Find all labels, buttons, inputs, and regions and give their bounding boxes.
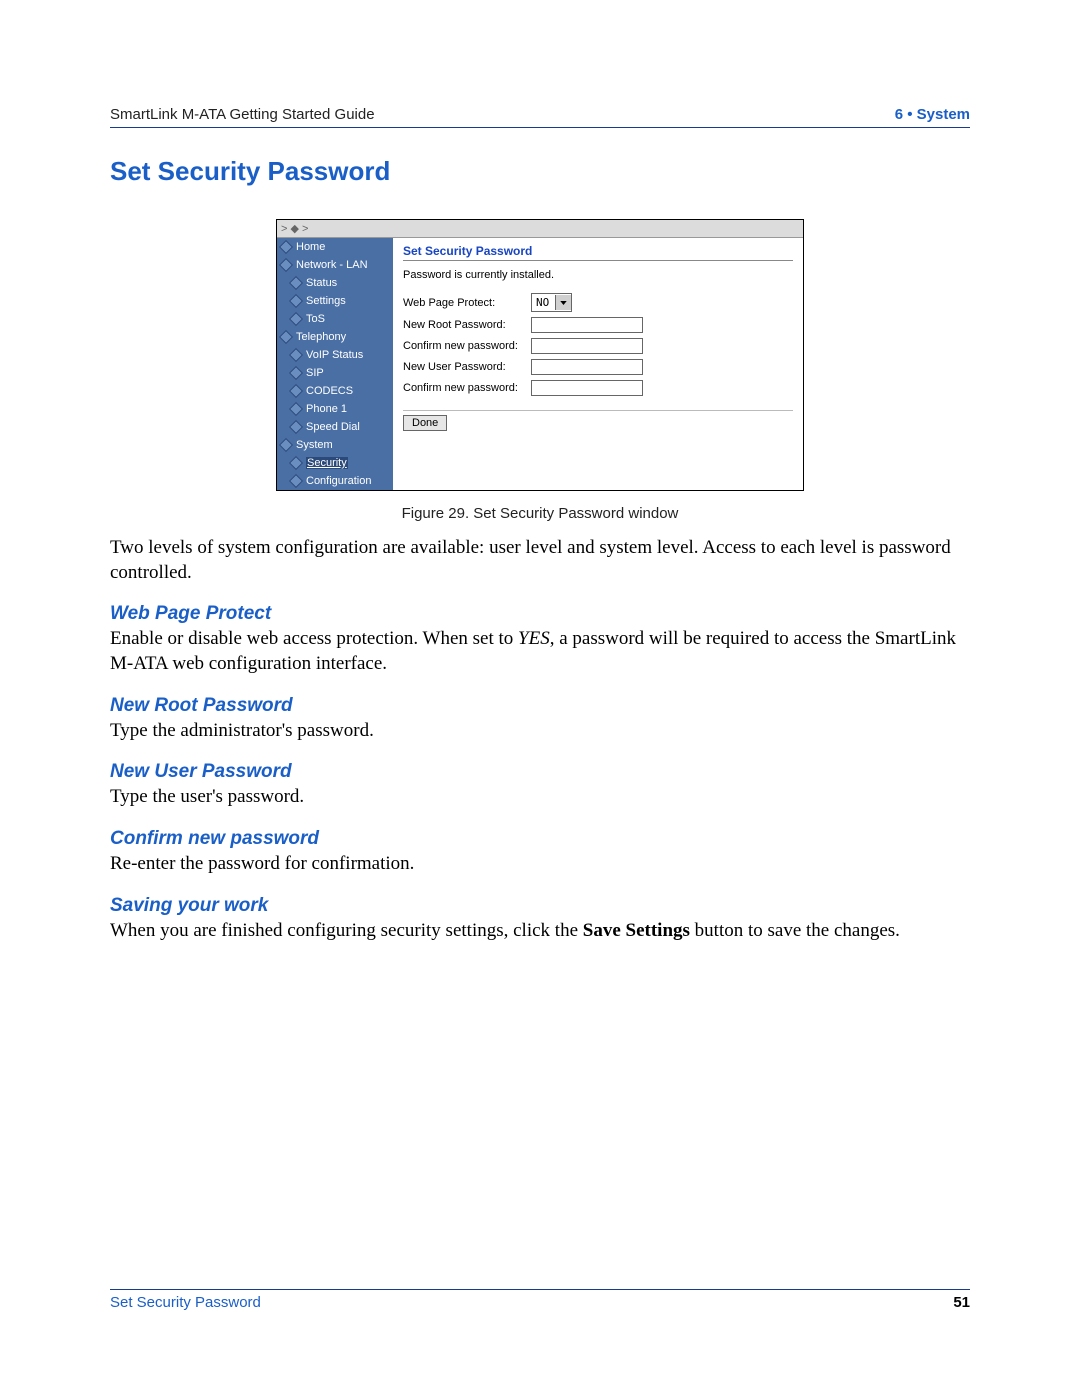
content-area: Set Security Password > ◆ > Home Network… (110, 156, 970, 962)
diamond-icon (289, 456, 303, 470)
heading-new-user-password: New User Password (110, 761, 970, 783)
chevron-down-icon (555, 295, 571, 310)
input-new-user-password[interactable] (531, 359, 643, 375)
select-web-page-protect[interactable]: NO (531, 293, 572, 312)
header-chapter: 6 • System (895, 106, 970, 123)
page-header: SmartLink M-ATA Getting Started Guide 6 … (110, 106, 970, 128)
breadcrumb-arrows: > ◆ > (281, 223, 308, 235)
sidebar-item-network[interactable]: Network - LAN (277, 256, 393, 274)
figure-caption: Figure 29. Set Security Password window (110, 505, 970, 522)
done-button[interactable]: Done (403, 415, 447, 431)
diamond-icon (279, 438, 293, 452)
diamond-icon (289, 420, 303, 434)
diamond-icon (289, 294, 303, 308)
section-title: Set Security Password (110, 156, 970, 187)
row-confirm-root-password: Confirm new password: (403, 338, 793, 354)
sidebar-item-system[interactable]: System (277, 436, 393, 454)
text-web-page-protect: Enable or disable web access protection.… (110, 627, 970, 676)
sidebar-item-telephony[interactable]: Telephony (277, 328, 393, 346)
label-confirm-user-password: Confirm new password: (403, 382, 531, 394)
select-value: NO (532, 296, 555, 309)
diamond-icon (279, 258, 293, 272)
sidebar-item-security[interactable]: Security (277, 454, 393, 472)
sidebar-item-speed-dial[interactable]: Speed Dial (277, 418, 393, 436)
sidebar-item-codecs[interactable]: CODECS (277, 382, 393, 400)
text-new-user-password: Type the user's password. (110, 785, 970, 810)
done-row: Done (403, 410, 793, 431)
input-confirm-user-password[interactable] (531, 380, 643, 396)
text-saving-your-work: When you are finished configuring securi… (110, 919, 970, 944)
row-web-page-protect: Web Page Protect: NO (403, 293, 793, 312)
footer-page-number: 51 (953, 1294, 970, 1311)
window-body: Home Network - LAN Status Settings ToS T… (277, 238, 803, 490)
label-web-page-protect: Web Page Protect: (403, 297, 531, 309)
diamond-icon (289, 474, 303, 488)
figure-screenshot: > ◆ > Home Network - LAN Status Settings… (110, 219, 970, 491)
footer-section-name: Set Security Password (110, 1294, 261, 1311)
page-footer: Set Security Password 51 (110, 1289, 970, 1311)
label-new-root-password: New Root Password: (403, 319, 531, 331)
panel-title: Set Security Password (403, 244, 793, 258)
sidebar-item-status[interactable]: Status (277, 274, 393, 292)
label-confirm-root-password: Confirm new password: (403, 340, 531, 352)
row-new-user-password: New User Password: (403, 359, 793, 375)
diamond-icon (289, 348, 303, 362)
input-confirm-root-password[interactable] (531, 338, 643, 354)
row-new-root-password: New Root Password: (403, 317, 793, 333)
diamond-icon (289, 276, 303, 290)
sidebar-item-sip[interactable]: SIP (277, 364, 393, 382)
sidebar-item-settings[interactable]: Settings (277, 292, 393, 310)
heading-confirm-new-password: Confirm new password (110, 828, 970, 850)
diamond-icon (279, 330, 293, 344)
sidebar-item-tos[interactable]: ToS (277, 310, 393, 328)
diamond-icon (289, 384, 303, 398)
sidebar-item-phone1[interactable]: Phone 1 (277, 400, 393, 418)
settings-panel: Set Security Password Password is curren… (393, 238, 803, 490)
sidebar-item-voip-status[interactable]: VoIP Status (277, 346, 393, 364)
heading-saving-your-work: Saving your work (110, 895, 970, 917)
window-breadcrumb: > ◆ > (277, 220, 803, 238)
embedded-window: > ◆ > Home Network - LAN Status Settings… (276, 219, 804, 491)
text-new-root-password: Type the administrator's password. (110, 719, 970, 744)
sidebar-item-home[interactable]: Home (277, 238, 393, 256)
label-new-user-password: New User Password: (403, 361, 531, 373)
diamond-icon (289, 402, 303, 416)
intro-paragraph: Two levels of system configuration are a… (110, 536, 970, 585)
diamond-icon (289, 312, 303, 326)
input-new-root-password[interactable] (531, 317, 643, 333)
text-confirm-new-password: Re-enter the password for confirmation. (110, 852, 970, 877)
document-page: SmartLink M-ATA Getting Started Guide 6 … (0, 0, 1080, 1397)
sidebar-item-configuration[interactable]: Configuration (277, 472, 393, 490)
header-doc-title: SmartLink M-ATA Getting Started Guide (110, 106, 375, 123)
diamond-icon (289, 366, 303, 380)
heading-new-root-password: New Root Password (110, 695, 970, 717)
heading-web-page-protect: Web Page Protect (110, 603, 970, 625)
password-status-text: Password is currently installed. (403, 269, 793, 281)
row-confirm-user-password: Confirm new password: (403, 380, 793, 396)
panel-divider (403, 260, 793, 261)
sidebar-nav: Home Network - LAN Status Settings ToS T… (277, 238, 393, 490)
diamond-icon (279, 240, 293, 254)
